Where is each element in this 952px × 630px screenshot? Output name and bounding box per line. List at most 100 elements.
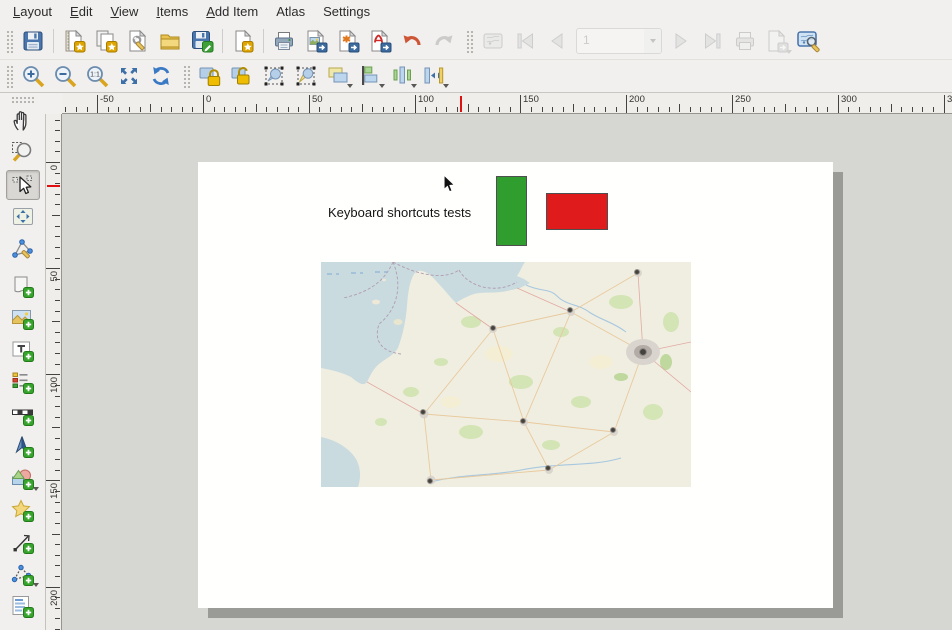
- toolbar-drag-handle[interactable]: [182, 64, 191, 88]
- print-atlas-button[interactable]: [730, 26, 760, 56]
- ruler-tick: [298, 107, 299, 112]
- add-picture-tool[interactable]: [6, 304, 40, 334]
- layout-canvas[interactable]: Keyboard shortcuts tests: [62, 114, 952, 630]
- ruler-label: 350: [947, 94, 952, 105]
- label-item[interactable]: Keyboard shortcuts tests: [328, 205, 471, 220]
- zoom-out-button[interactable]: [50, 62, 80, 90]
- redo-icon: [432, 29, 456, 53]
- atlas-feature-combobox[interactable]: 1: [576, 28, 662, 54]
- ruler-label: 300: [841, 94, 857, 105]
- menu-settings[interactable]: Settings: [314, 1, 379, 22]
- toolbar-drag-handle[interactable]: [11, 96, 35, 104]
- last-feature-button[interactable]: [698, 26, 728, 56]
- toolbar-drag-handle[interactable]: [5, 64, 14, 88]
- add-attribute-table-tool[interactable]: [6, 592, 40, 622]
- toolbar-drag-handle[interactable]: [5, 29, 14, 53]
- ruler-tick: [573, 104, 574, 112]
- unlock-icon: [229, 63, 255, 89]
- ruler-label: 250: [735, 94, 751, 105]
- add-label-tool[interactable]: [6, 336, 40, 366]
- ruler-tick: [309, 95, 310, 113]
- combobox-dropdown-button[interactable]: [644, 29, 661, 53]
- duplicate-layout-icon: [94, 29, 118, 53]
- item-red-rectangle[interactable]: [546, 193, 608, 230]
- ruler-label: -50: [100, 94, 114, 105]
- ruler-tick: [76, 107, 77, 112]
- map-item[interactable]: [321, 262, 691, 487]
- previous-feature-button[interactable]: [542, 26, 572, 56]
- add-scalebar-tool[interactable]: [6, 400, 40, 430]
- toolbar-drag-handle[interactable]: [465, 29, 474, 53]
- export-as-svg-button[interactable]: [333, 26, 363, 56]
- menu-atlas[interactable]: Atlas: [267, 1, 314, 22]
- add-legend-tool[interactable]: [6, 368, 40, 398]
- zoom-actual-button[interactable]: 1:1: [82, 62, 112, 90]
- preview-atlas-button[interactable]: [478, 26, 508, 56]
- ruler-tick: [563, 107, 564, 112]
- add-arrow-tool[interactable]: [6, 528, 40, 558]
- save-project-button[interactable]: [18, 26, 48, 56]
- horizontal-ruler[interactable]: -50050100150200250300350: [62, 93, 952, 114]
- align-selected-items-button[interactable]: [355, 62, 385, 90]
- ruler-tick: [721, 107, 722, 112]
- ruler-tick: [55, 406, 60, 407]
- group-items-button[interactable]: [259, 62, 289, 90]
- menu-items[interactable]: Items: [147, 1, 197, 22]
- add-page-tool[interactable]: [6, 272, 40, 302]
- save-as-template-button[interactable]: [187, 26, 217, 56]
- pan-layout-tool[interactable]: [6, 106, 40, 136]
- zoom-in-button[interactable]: [18, 62, 48, 90]
- next-feature-button[interactable]: [666, 26, 696, 56]
- menu-view[interactable]: View: [101, 1, 147, 22]
- refresh-view-button[interactable]: [146, 62, 176, 90]
- add-shape-tool[interactable]: [6, 464, 40, 494]
- ruler-tick: [192, 107, 193, 112]
- vertical-ruler[interactable]: 050100150200: [45, 114, 62, 630]
- edit-nodes-item-tool[interactable]: [6, 234, 40, 264]
- layout-manager-button[interactable]: [123, 26, 153, 56]
- zoom-full-button[interactable]: [114, 62, 144, 90]
- ruler-tick: [753, 107, 754, 112]
- distribute-items-button[interactable]: [387, 62, 417, 90]
- redo-button[interactable]: [429, 26, 459, 56]
- duplicate-layout-button[interactable]: [91, 26, 121, 56]
- add-node-item-tool[interactable]: [6, 560, 40, 590]
- item-green-rectangle[interactable]: [496, 176, 527, 246]
- group-icon: [261, 63, 287, 89]
- ungroup-items-button[interactable]: [291, 62, 321, 90]
- add-marker-tool[interactable]: [6, 496, 40, 526]
- new-layout-button[interactable]: [59, 26, 89, 56]
- menu-edit[interactable]: Edit: [61, 1, 101, 22]
- ruler-tick: [616, 107, 617, 112]
- export-as-image-button[interactable]: [301, 26, 331, 56]
- first-feature-button[interactable]: [510, 26, 540, 56]
- ruler-tick: [489, 107, 490, 112]
- undo-button[interactable]: [397, 26, 427, 56]
- unlock-all-button[interactable]: [227, 62, 257, 90]
- move-item-content-tool[interactable]: [6, 202, 40, 232]
- zoom-tool[interactable]: [6, 138, 40, 168]
- select-move-item-tool[interactable]: [6, 170, 40, 200]
- menu-layout[interactable]: Layout: [4, 1, 61, 22]
- export-atlas-button[interactable]: [762, 26, 792, 56]
- export-as-pdf-button[interactable]: [365, 26, 395, 56]
- add-items-from-template-button[interactable]: [228, 26, 258, 56]
- layout-manager-icon: [126, 29, 150, 53]
- add-north-arrow-tool[interactable]: [6, 432, 40, 462]
- raise-selected-items-button[interactable]: [323, 62, 353, 90]
- resize-items-button[interactable]: [419, 62, 449, 90]
- ruler-tick: [45, 268, 60, 269]
- ruler-tick: [55, 449, 60, 450]
- ruler-tick: [55, 364, 60, 365]
- print-layout-button[interactable]: [269, 26, 299, 56]
- load-from-template-button[interactable]: [155, 26, 185, 56]
- add-arrow-icon: [10, 530, 36, 556]
- layout-page[interactable]: Keyboard shortcuts tests: [198, 162, 833, 608]
- atlas-settings-button[interactable]: [794, 26, 824, 56]
- ruler-label: 200: [629, 94, 645, 105]
- ruler-tick: [55, 396, 60, 397]
- toolbar-navigation-actions: 1:1: [0, 60, 952, 93]
- ruler-tick: [55, 417, 60, 418]
- menu-add-item[interactable]: Add Item: [197, 1, 267, 22]
- lock-selected-items-button[interactable]: [195, 62, 225, 90]
